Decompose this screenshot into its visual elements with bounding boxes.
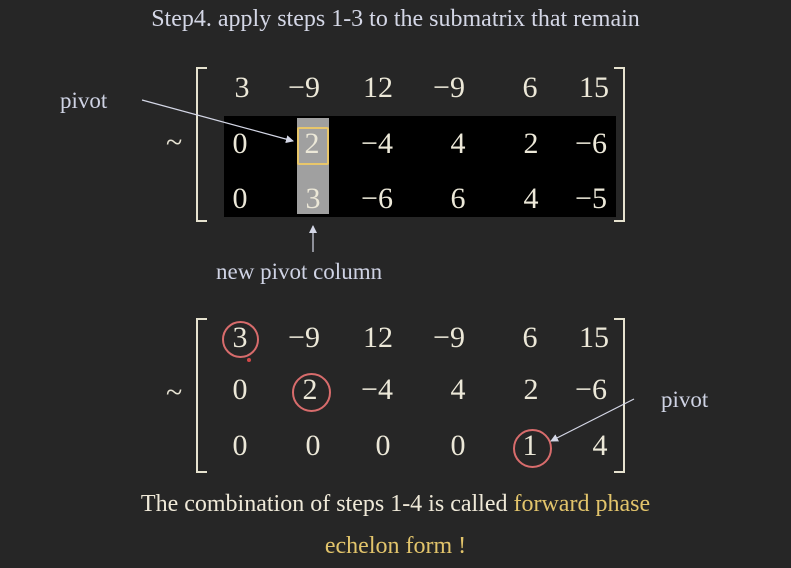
pivot-top-arrow bbox=[141, 99, 294, 144]
footer-line-2: echelon form ! bbox=[0, 533, 791, 560]
footer-highlight-forward-phase: forward phase bbox=[513, 491, 651, 517]
footer-line-1: The combination of steps 1-4 is called f… bbox=[0, 491, 791, 518]
footer-line-1-text: The combination of steps 1-4 is called bbox=[140, 491, 514, 517]
pivot-right-arrow bbox=[550, 398, 635, 442]
annotation-arrows bbox=[141, 99, 635, 442]
footer-highlight-echelon-form: echelon form ! bbox=[324, 533, 467, 559]
